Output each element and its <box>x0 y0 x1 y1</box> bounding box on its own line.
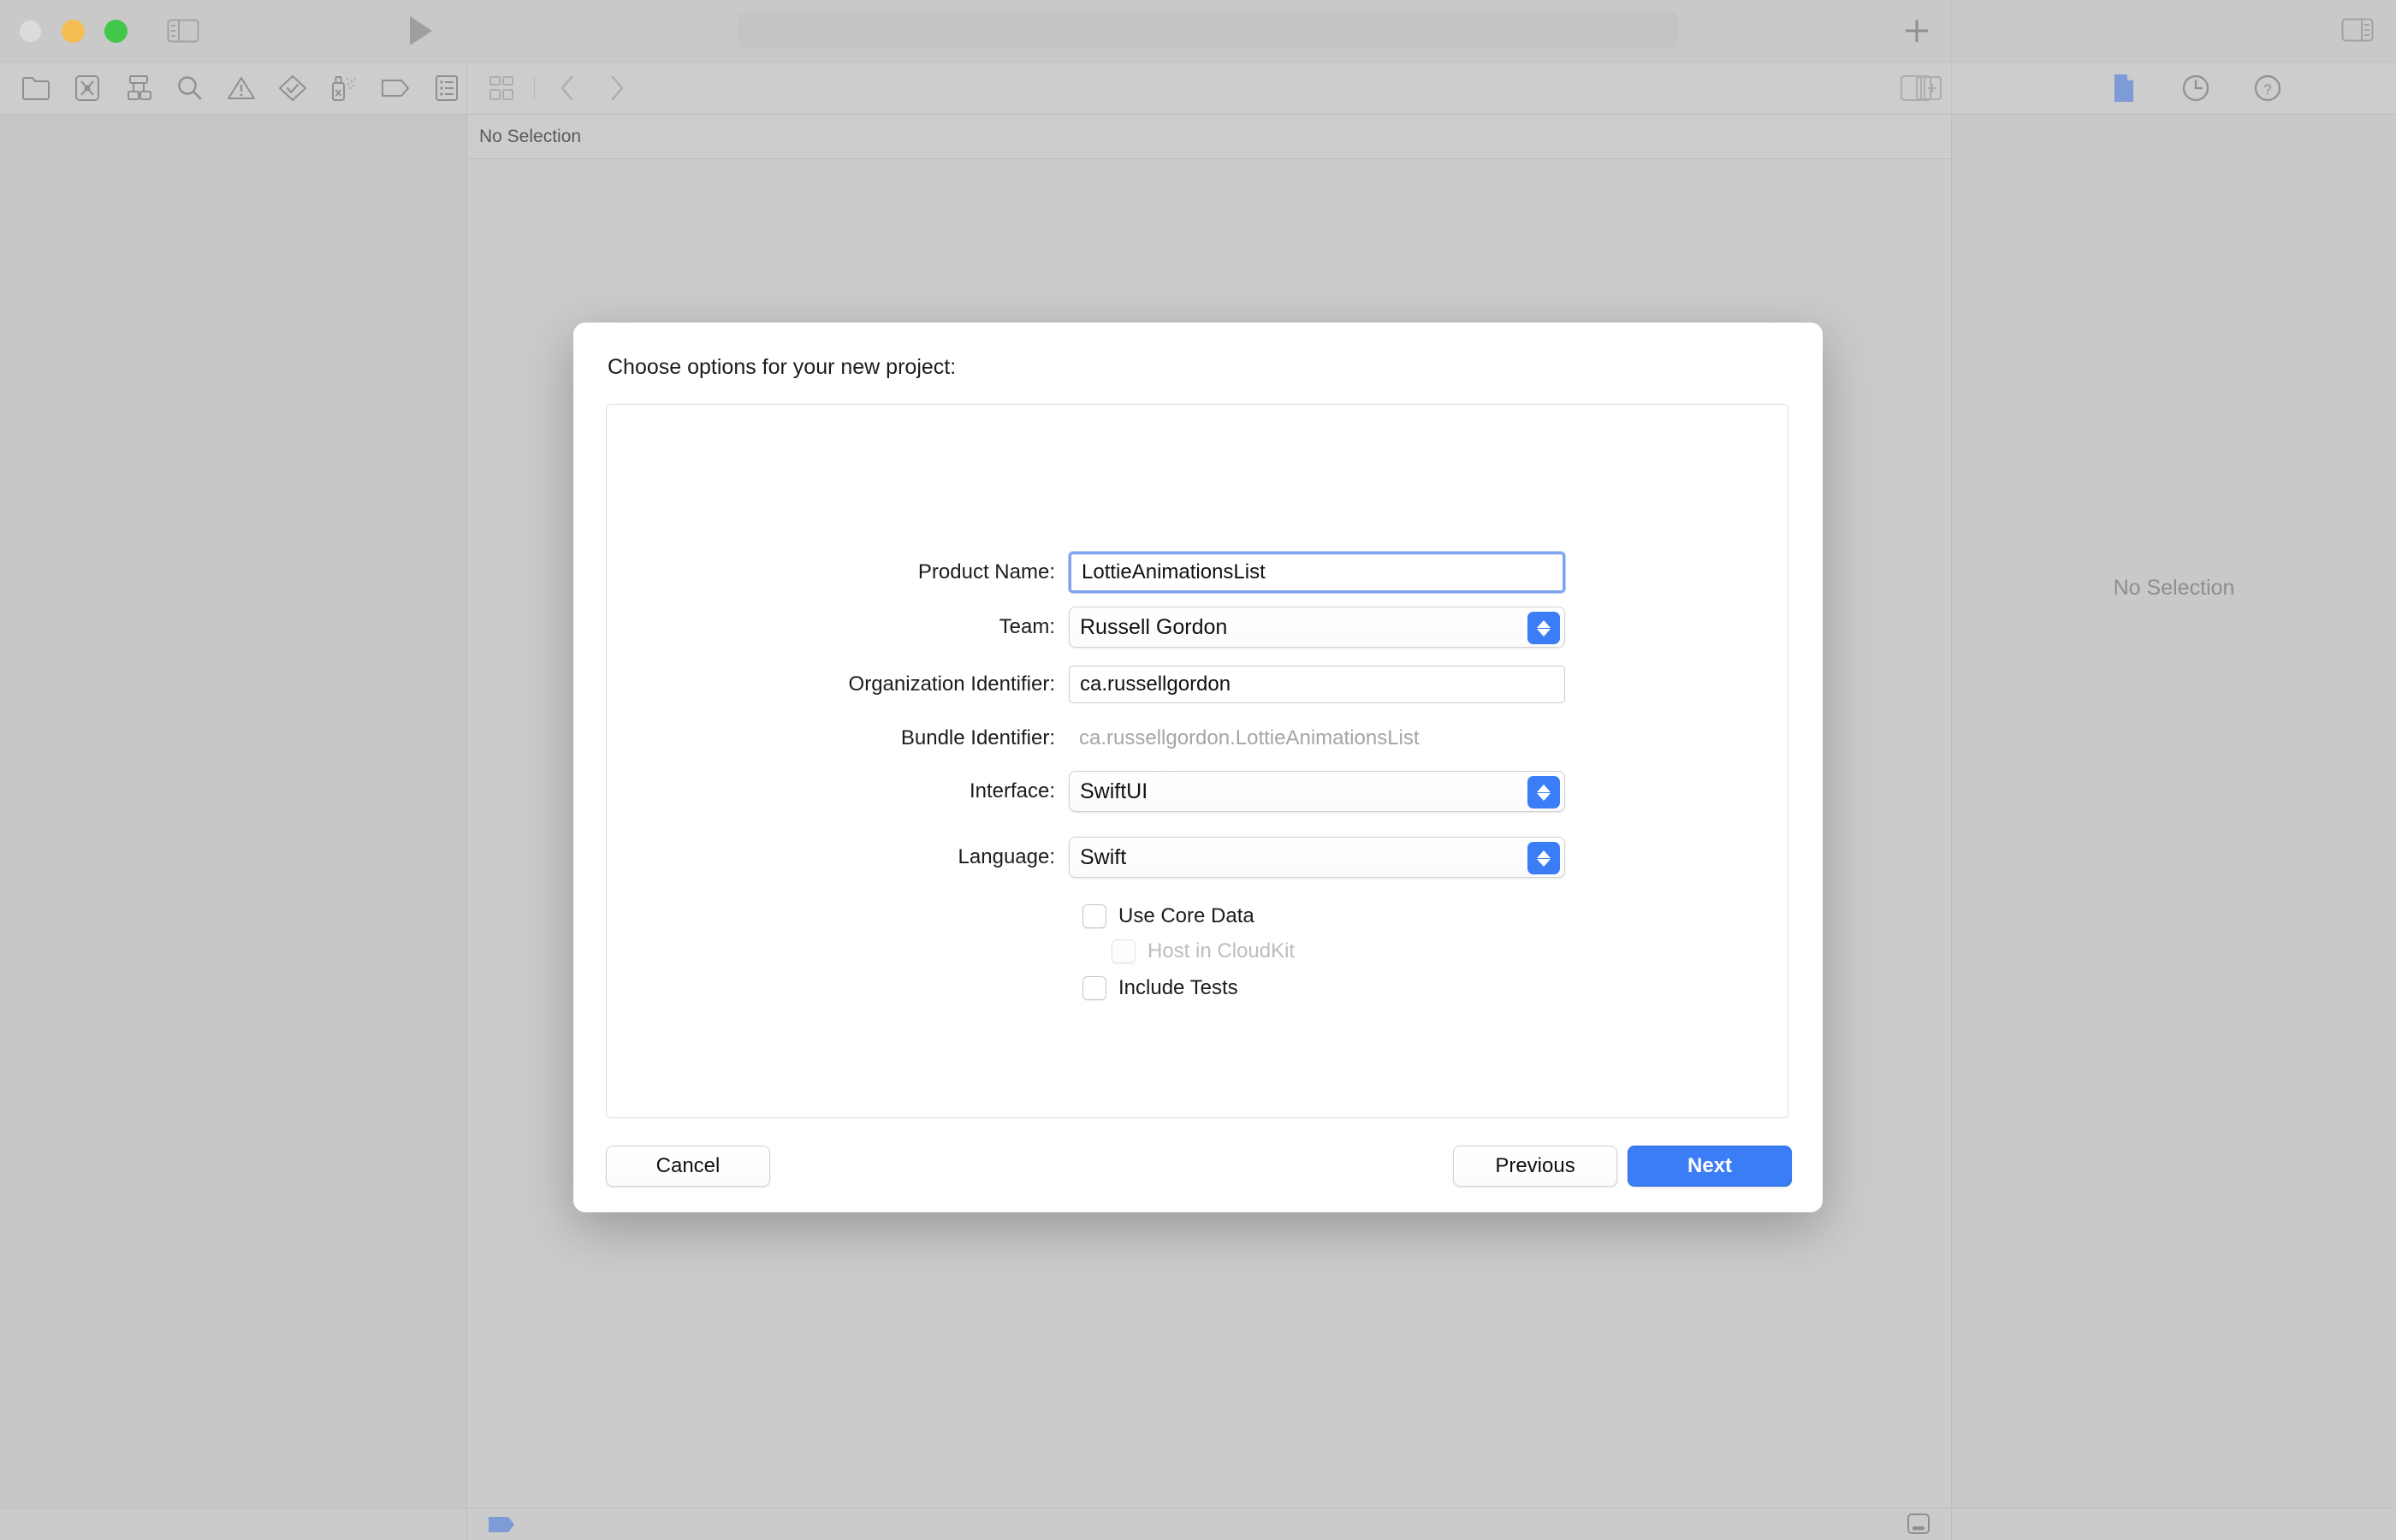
activity-viewer <box>738 13 1679 49</box>
navigator-toolbar: ? <box>0 62 2396 115</box>
previous-button[interactable]: Previous <box>1453 1146 1617 1187</box>
team-select[interactable]: Russell Gordon <box>1069 607 1565 648</box>
team-value: Russell Gordon <box>1080 615 1227 640</box>
field-row-team: Team: Russell Gordon <box>607 607 1565 648</box>
issues-warning-icon[interactable] <box>216 62 267 114</box>
field-row-bundle-identifier: Bundle Identifier: ca.russellgordon.Lott… <box>607 720 1565 757</box>
chevron-updown-icon[interactable] <box>1527 612 1560 644</box>
toolbar-divider-left <box>466 62 467 114</box>
inspector-panel: No Selection <box>1952 115 2396 1540</box>
product-name-value: LottieAnimationsList <box>1082 560 1266 584</box>
dialog-title: Choose options for your new project: <box>608 355 956 380</box>
chevron-left-icon[interactable] <box>545 62 590 114</box>
inspector-toggle-icon[interactable] <box>2340 15 2375 44</box>
file-inspector-icon[interactable] <box>2105 62 2143 114</box>
product-name-label: Product Name: <box>607 560 1069 584</box>
bundle-identifier-label: Bundle Identifier: <box>607 726 1069 750</box>
checkbox-row-include-tests[interactable]: Include Tests <box>1082 976 1238 1000</box>
chevron-updown-icon[interactable] <box>1527 776 1560 808</box>
project-options-form: Product Name: LottieAnimationsList Team:… <box>607 405 1788 1117</box>
checkbox-row-use-core-data[interactable]: Use Core Data <box>1082 904 1254 928</box>
field-row-interface: Interface: SwiftUI <box>607 771 1565 812</box>
language-label: Language: <box>607 845 1069 869</box>
titlebar-divider-right <box>1951 0 1952 62</box>
navigator-tab-group <box>10 62 472 114</box>
search-icon[interactable] <box>164 62 216 114</box>
editor-toolbar-group <box>479 62 639 114</box>
breakpoint-pill-icon[interactable] <box>488 1516 515 1533</box>
inspector-empty-label: No Selection <box>2114 576 2235 601</box>
folder-icon[interactable] <box>10 62 62 114</box>
chevron-updown-icon[interactable] <box>1527 842 1560 874</box>
bundle-identifier-value: ca.russellgordon.LottieAnimationsList <box>1069 720 1565 757</box>
new-project-options-dialog: Choose options for your new project: Pro… <box>573 323 1823 1212</box>
language-select[interactable]: Swift <box>1069 837 1565 878</box>
interface-label: Interface: <box>607 779 1069 803</box>
debug-spray-icon[interactable] <box>318 62 370 114</box>
console-toggle-icon[interactable] <box>1907 1513 1930 1535</box>
svg-text:?: ? <box>2263 81 2271 98</box>
traffic-light-group <box>19 20 128 43</box>
sidebar-toggle-icon[interactable] <box>166 16 200 45</box>
interface-value: SwiftUI <box>1080 779 1148 804</box>
symbol-hierarchy-icon[interactable] <box>113 62 164 114</box>
jump-bar-label: No Selection <box>479 127 581 147</box>
quick-help-question-icon[interactable]: ? <box>2249 62 2286 114</box>
toolbar-divider-right <box>1951 62 1952 114</box>
host-in-cloudkit-checkbox <box>1112 939 1136 963</box>
use-core-data-checkbox[interactable] <box>1082 904 1106 928</box>
language-value: Swift <box>1080 845 1126 870</box>
checkbox-row-host-in-cloudkit: Host in CloudKit <box>1112 939 1295 963</box>
source-control-icon[interactable] <box>62 62 113 114</box>
plus-icon[interactable] <box>1901 15 1932 46</box>
product-name-input[interactable]: LottieAnimationsList <box>1069 552 1565 593</box>
cancel-button[interactable]: Cancel <box>606 1146 770 1187</box>
run-play-icon[interactable] <box>406 15 434 47</box>
organization-identifier-label: Organization Identifier: <box>607 672 1069 696</box>
inspector-add-icon[interactable] <box>1910 62 1948 114</box>
status-divider-right <box>1951 1507 1952 1540</box>
organization-identifier-value: ca.russellgordon <box>1080 672 1231 696</box>
navigator-panel <box>0 115 466 1514</box>
status-divider-left <box>466 1507 467 1540</box>
team-label: Team: <box>607 615 1069 639</box>
interface-select[interactable]: SwiftUI <box>1069 771 1565 812</box>
zoom-button-icon[interactable] <box>104 20 128 43</box>
inspector-tab-group: ? <box>1968 62 2286 114</box>
breakpoint-tag-icon[interactable] <box>370 62 421 114</box>
host-in-cloudkit-label: Host in CloudKit <box>1148 939 1295 963</box>
test-diamond-icon[interactable] <box>267 62 318 114</box>
editor-grid-icon[interactable] <box>479 62 524 114</box>
field-row-organization-identifier: Organization Identifier: ca.russellgordo… <box>607 666 1565 703</box>
include-tests-checkbox[interactable] <box>1082 976 1106 1000</box>
status-bar <box>0 1507 2396 1540</box>
next-button[interactable]: Next <box>1628 1146 1792 1187</box>
report-list-icon[interactable] <box>421 62 472 114</box>
use-core-data-label: Use Core Data <box>1118 904 1254 928</box>
toolbar-separator <box>534 77 535 99</box>
chevron-right-icon[interactable] <box>595 62 639 114</box>
organization-identifier-input[interactable]: ca.russellgordon <box>1069 666 1565 703</box>
close-button-icon[interactable] <box>19 20 42 43</box>
titlebar-divider-left <box>466 0 467 62</box>
window-titlebar <box>0 0 2396 62</box>
minimize-button-icon[interactable] <box>62 20 85 43</box>
include-tests-label: Include Tests <box>1118 976 1238 1000</box>
field-row-language: Language: Swift <box>607 837 1565 878</box>
history-clock-icon[interactable] <box>2177 62 2215 114</box>
field-row-product-name: Product Name: LottieAnimationsList <box>607 552 1565 593</box>
xcode-window: ? No Selection No Selection Choose optio… <box>0 0 2396 1540</box>
editor-jump-bar[interactable]: No Selection <box>467 115 1951 159</box>
dialog-options-area: Product Name: LottieAnimationsList Team:… <box>606 404 1788 1118</box>
